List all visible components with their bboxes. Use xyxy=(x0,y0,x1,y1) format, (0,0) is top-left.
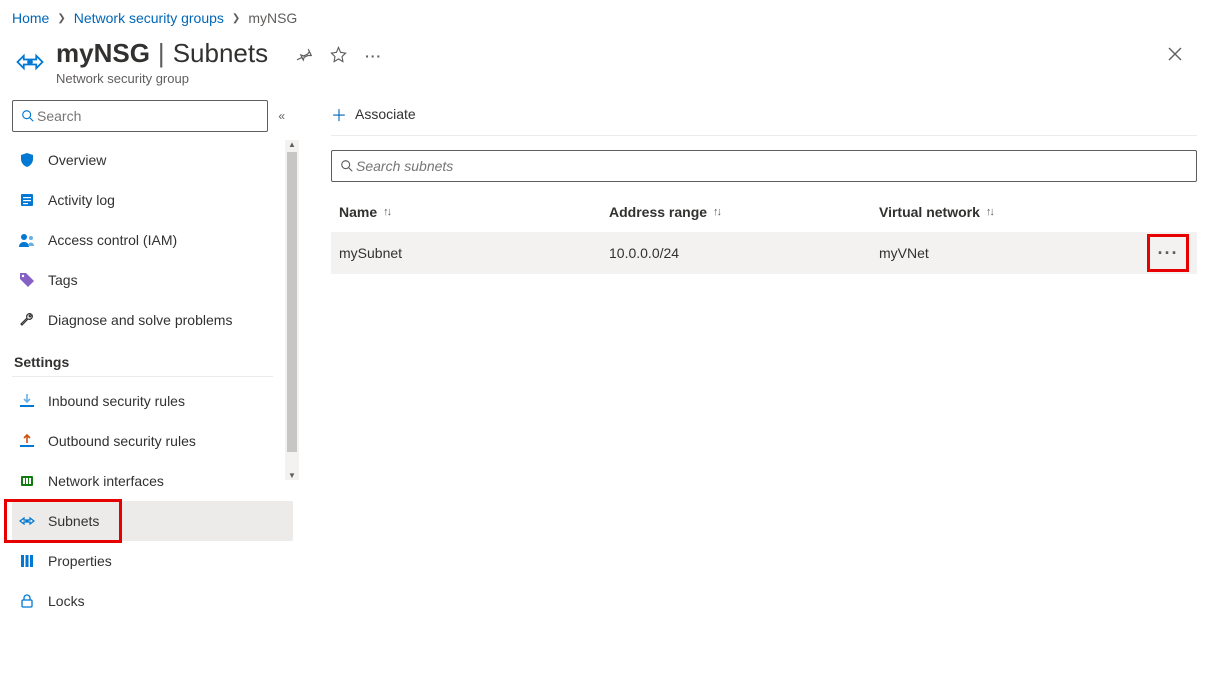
column-address[interactable]: Address range ↑↓ xyxy=(609,204,879,220)
sidebar-item-label: Network interfaces xyxy=(48,473,164,489)
table-row[interactable]: mySubnet 10.0.0.0/24 myVNet ··· xyxy=(331,232,1197,274)
chevron-right-icon: ❯ xyxy=(57,13,65,24)
table-header: Name ↑↓ Address range ↑↓ Virtual network… xyxy=(331,192,1197,232)
more-actions-icon[interactable]: ··· xyxy=(365,48,382,64)
sidebar-item-diagnose[interactable]: Diagnose and solve problems xyxy=(12,300,293,340)
sidebar-item-label: Activity log xyxy=(48,192,115,208)
page-section: Subnets xyxy=(173,38,268,69)
subnet-icon xyxy=(18,512,36,530)
sidebar-item-activity-log[interactable]: Activity log xyxy=(12,180,293,220)
shield-icon xyxy=(18,151,36,169)
lock-icon xyxy=(18,592,36,610)
scrollbar[interactable]: ▲ ▼ xyxy=(285,140,299,480)
column-vnet[interactable]: Virtual network ↑↓ xyxy=(879,204,1139,220)
search-icon xyxy=(21,109,35,123)
sidebar-item-label: Inbound security rules xyxy=(48,393,185,409)
people-icon xyxy=(18,231,36,249)
breadcrumb-current: myNSG xyxy=(248,10,297,26)
sidebar-item-label: Subnets xyxy=(48,513,99,529)
cell-address: 10.0.0.0/24 xyxy=(609,245,879,261)
pin-icon[interactable] xyxy=(296,47,312,66)
collapse-sidebar-icon[interactable]: « xyxy=(278,109,285,123)
row-more-actions[interactable]: ··· xyxy=(1147,234,1189,272)
sidebar-item-overview[interactable]: Overview xyxy=(12,140,293,180)
column-label: Name xyxy=(339,204,377,220)
breadcrumb: Home ❯ Network security groups ❯ myNSG xyxy=(0,0,1211,30)
nsg-icon xyxy=(12,44,48,80)
sidebar-item-label: Overview xyxy=(48,152,106,168)
inbound-icon xyxy=(18,392,36,410)
sidebar-group-settings: Settings xyxy=(12,340,273,377)
subnets-table: Name ↑↓ Address range ↑↓ Virtual network… xyxy=(331,192,1197,274)
sidebar-item-tags[interactable]: Tags xyxy=(12,260,293,300)
sidebar-item-label: Tags xyxy=(48,272,78,288)
cell-name: mySubnet xyxy=(339,245,609,261)
sort-icon: ↑↓ xyxy=(986,206,993,218)
search-icon xyxy=(340,159,354,173)
title-separator: | xyxy=(156,38,167,69)
breadcrumb-home[interactable]: Home xyxy=(12,10,49,26)
close-button[interactable] xyxy=(1167,38,1199,67)
sidebar-item-label: Diagnose and solve problems xyxy=(48,312,232,328)
sidebar-item-subnets[interactable]: Subnets xyxy=(12,501,293,541)
sidebar-item-label: Locks xyxy=(48,593,85,609)
sidebar-item-label: Properties xyxy=(48,553,112,569)
toolbar: ＋ Associate xyxy=(331,100,1197,136)
favorite-icon[interactable] xyxy=(330,46,347,66)
wrench-icon xyxy=(18,311,36,329)
outbound-icon xyxy=(18,432,36,450)
nic-icon xyxy=(18,472,36,490)
breadcrumb-nsg-list[interactable]: Network security groups xyxy=(74,10,224,26)
scrollbar-thumb[interactable] xyxy=(287,152,297,452)
sidebar-item-locks[interactable]: Locks xyxy=(12,581,293,621)
main-content: ＋ Associate Name ↑↓ Address range ↑↓ Vir… xyxy=(293,96,1211,648)
cell-vnet: myVNet xyxy=(879,245,1139,261)
page-header: myNSG | Subnets Network security group ·… xyxy=(0,30,1211,96)
column-name[interactable]: Name ↑↓ xyxy=(339,204,609,220)
sidebar-item-inbound-rules[interactable]: Inbound security rules xyxy=(12,381,293,421)
column-label: Virtual network xyxy=(879,204,980,220)
properties-icon xyxy=(18,552,36,570)
tag-icon xyxy=(18,271,36,289)
sidebar: « ▲ ▼ Overview Activity log Access contr… xyxy=(0,96,293,648)
column-label: Address range xyxy=(609,204,707,220)
subnet-search[interactable] xyxy=(331,150,1197,182)
sidebar-item-properties[interactable]: Properties xyxy=(12,541,293,581)
page-subtitle: Network security group xyxy=(56,71,268,86)
sort-icon: ↑↓ xyxy=(383,206,390,218)
sidebar-search-input[interactable] xyxy=(35,107,259,125)
sidebar-item-outbound-rules[interactable]: Outbound security rules xyxy=(12,421,293,461)
log-icon xyxy=(18,191,36,209)
sidebar-search[interactable] xyxy=(12,100,268,132)
sidebar-item-access-control[interactable]: Access control (IAM) xyxy=(12,220,293,260)
sidebar-item-label: Outbound security rules xyxy=(48,433,196,449)
subnet-search-input[interactable] xyxy=(354,157,1188,175)
sidebar-item-label: Access control (IAM) xyxy=(48,232,177,248)
page-title: myNSG xyxy=(56,38,150,69)
chevron-right-icon: ❯ xyxy=(232,13,240,24)
sidebar-item-network-interfaces[interactable]: Network interfaces xyxy=(12,461,293,501)
sort-icon: ↑↓ xyxy=(713,206,720,218)
plus-icon: ＋ xyxy=(331,102,347,126)
associate-button[interactable]: Associate xyxy=(355,106,416,122)
